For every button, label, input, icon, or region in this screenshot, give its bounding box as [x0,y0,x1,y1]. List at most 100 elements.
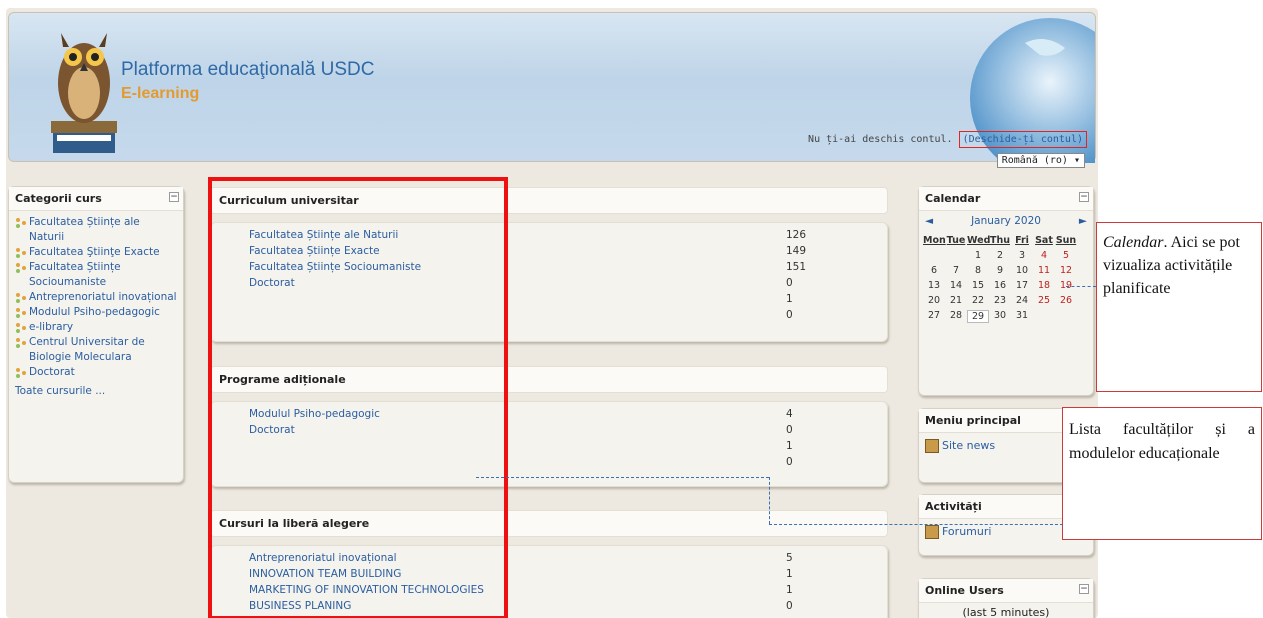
calendar-day[interactable]: 31 [1011,310,1033,323]
calendar-day[interactable]: 23 [989,295,1011,306]
all-courses-link[interactable]: Toate cursurile ... [9,384,183,403]
collapse-icon[interactable]: − [169,192,179,202]
calendar-day[interactable]: 24 [1011,295,1033,306]
prev-month-icon[interactable]: ◄ [925,215,933,227]
calendar-day[interactable]: 14 [945,280,967,291]
category-item[interactable]: Facultatea Științe ale Naturii [15,215,177,245]
course-count: 0 [786,600,793,612]
categories-block: Categorii curs − Facultatea Științe ale … [8,186,184,483]
course-count: 149 [786,245,807,257]
folder-icon [16,338,26,348]
calendar-day-name: Fri [1015,235,1029,246]
block-title: Online Users − [919,579,1093,603]
calendar-day[interactable]: 27 [923,310,945,323]
course-count: 1 [786,568,793,580]
calendar-day[interactable]: 15 [967,280,989,291]
calendar-day[interactable]: 1 [967,250,989,261]
course-count: 126 [786,229,807,241]
calendar-day[interactable]: 5 [1055,250,1077,261]
language-select[interactable]: Română (ro) ▾ [996,153,1085,168]
calendar-day-name: Wed [967,235,991,246]
callout-title: Calendar [1103,234,1164,251]
folder-icon [16,368,26,378]
online-users-note: (last 5 minutes) [962,606,1050,618]
category-item[interactable]: e-library [15,320,177,335]
connector-line [769,477,770,524]
calendar-day[interactable]: 30 [989,310,1011,323]
calendar-day-name: Sat [1035,235,1053,246]
signup-link[interactable]: (Deschide-ți contul) [958,131,1087,148]
calendar-day[interactable]: 13 [923,280,945,291]
calendar-day[interactable]: 21 [945,295,967,306]
course-count: 1 [786,293,793,305]
connector-line [1066,286,1096,287]
site-subtitle: E-learning [121,85,200,102]
course-count: 0 [786,456,793,468]
faculties-callout: Lista facultăților și a modulelor educaț… [1062,407,1262,540]
calendar-day[interactable]: 18 [1033,280,1055,291]
calendar-month[interactable]: January 2020 [971,215,1041,227]
calendar-day[interactable]: 17 [1011,280,1033,291]
calendar-day[interactable]: 16 [989,280,1011,291]
calendar-day-name: Tue [946,235,966,246]
collapse-icon[interactable]: − [1079,192,1089,202]
news-icon [925,439,939,453]
category-item[interactable]: Centrul Universitar de Biologie Molecula… [15,335,177,365]
folder-icon [16,263,26,273]
course-count: 4 [786,408,793,420]
site-title: Platforma educaţională USDC [121,59,375,80]
calendar-day[interactable]: 26 [1055,295,1077,306]
folder-icon [16,308,26,318]
category-item[interactable]: Antreprenoriatul inovațional [15,290,177,305]
calendar-day[interactable]: 3 [1011,250,1033,261]
category-item[interactable]: Modulul Psiho-pedagogic [15,305,177,320]
connector-line [476,477,769,478]
highlight-box [208,177,508,618]
online-users-block: Online Users − (last 5 minutes) [918,578,1094,618]
category-item[interactable]: Doctorat [15,365,177,380]
login-prompt: Nu ți-ai deschis contul. [808,134,953,145]
block-title: Calendar − [919,187,1093,211]
calendar-day[interactable]: 25 [1033,295,1055,306]
course-count: 0 [786,309,793,321]
calendar-day[interactable]: 4 [1033,250,1055,261]
folder-icon [16,248,26,258]
calendar-day[interactable]: 22 [967,295,989,306]
calendar-day[interactable]: 11 [1033,265,1055,276]
course-count: 1 [786,440,793,452]
collapse-icon[interactable]: − [1079,584,1089,594]
block-title: Categorii curs − [9,187,183,211]
calendar-callout: Calendar. Aici se pot vizualiza activită… [1096,222,1262,392]
category-item[interactable]: Facultatea Ştiinţe Exacte [15,245,177,260]
folder-icon [16,293,26,303]
calendar-day[interactable]: 9 [989,265,1011,276]
category-item[interactable]: Facultatea Științe Socioumaniste [15,260,177,290]
calendar-day[interactable]: 6 [923,265,945,276]
calendar-day[interactable]: 10 [1011,265,1033,276]
connector-line [769,524,1063,525]
calendar-day [945,250,967,261]
calendar-day[interactable]: 28 [945,310,967,323]
calendar-day[interactable]: 29 [967,310,989,323]
next-month-icon[interactable]: ► [1079,215,1087,227]
site-header: Platforma educaţională USDC E-learning N… [8,12,1096,168]
forum-icon [925,525,939,539]
category-list: Facultatea Științe ale Naturii Facultatea… [9,211,183,384]
course-count: 1 [786,584,793,596]
calendar-grid: Mon Tue Wed Thu Fri Sat Sun 1 2 3 4 5 6 7 8 9 10 11 12 13 14… [919,231,1093,327]
course-count: 151 [786,261,807,273]
calendar-day[interactable]: 12 [1055,265,1077,276]
folder-icon [16,218,26,228]
calendar-day [923,250,945,261]
course-count: 5 [786,552,793,564]
course-count: 0 [786,424,793,436]
login-info: Nu ți-ai deschis contul. (Deschide-ți co… [808,131,1087,148]
calendar-day[interactable]: 7 [945,265,967,276]
course-count: 0 [786,277,793,289]
calendar-day-name: Sun [1055,235,1077,246]
calendar-day[interactable]: 2 [989,250,1011,261]
folder-icon [16,323,26,333]
calendar-day[interactable]: 20 [923,295,945,306]
calendar-day[interactable]: 8 [967,265,989,276]
calendar-day-name: Thu [989,235,1010,246]
